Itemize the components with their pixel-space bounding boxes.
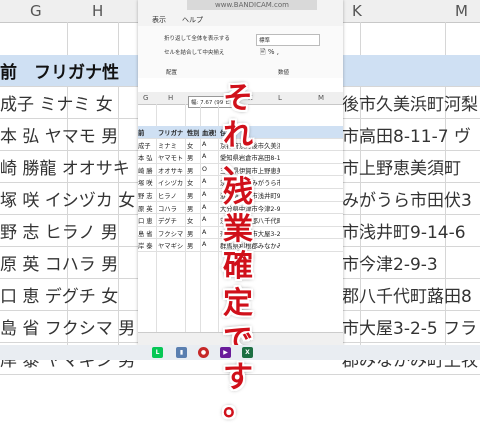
bg-col-header: K (352, 2, 362, 20)
line-icon[interactable]: L (152, 347, 163, 358)
cell[interactable]: 女 (187, 178, 199, 187)
cell[interactable]: ヒラノ (158, 191, 185, 200)
cell[interactable]: 本 弘 (138, 153, 155, 162)
overlay-caption: そ れ 、 残 業 確 定 で す 。 (208, 80, 268, 421)
cell[interactable]: ヤマモト (158, 153, 185, 162)
bg-cell: みがうら市田伏3 (342, 191, 472, 211)
bg-cell: 市高田8-11-7 ヴ (342, 127, 471, 147)
recording-watermark: www.BANDICAM.com (187, 0, 317, 10)
cell[interactable]: 男 (187, 241, 199, 250)
caption-char: す (223, 360, 253, 395)
number-format-select[interactable]: 標準 (256, 34, 320, 46)
header-cell[interactable]: 性別 (187, 128, 199, 137)
caption-char: 、 (223, 146, 253, 181)
ribbon-group-label: 配置 (166, 70, 178, 76)
cell[interactable]: 野 志 (138, 191, 155, 200)
bg-cell: 口 恵 デグチ 女 (0, 287, 119, 307)
menu-help[interactable]: ヘルプ (182, 15, 203, 25)
caption-char: 確 (223, 249, 253, 284)
cell[interactable]: 女 (187, 141, 199, 150)
bg-cell: 前 フリガナ性 (0, 63, 119, 83)
cell[interactable]: イシヅカ (158, 178, 185, 187)
ribbon-group-label: 数値 (278, 70, 290, 76)
caption-char: 業 (223, 212, 253, 247)
cell[interactable]: 島 省 (138, 229, 155, 238)
cell[interactable]: オオサキ (158, 166, 185, 175)
bg-cell: 市今津2-9-3 (342, 255, 438, 275)
bg-col-header: G (30, 2, 42, 20)
menu-view[interactable]: 表示 (152, 15, 166, 25)
cell[interactable]: 男 (187, 204, 199, 213)
bg-cell: 崎 勝龍 オオサキ 男 (0, 159, 135, 179)
header-cell[interactable]: 前 (138, 128, 155, 137)
bg-cell: 後市久美浜町河梨 (342, 95, 478, 115)
wrap-text-button[interactable]: 折り返して全体を表示する (164, 34, 230, 42)
cell[interactable]: 崎 勝 (138, 166, 155, 175)
cell[interactable]: 男 (187, 153, 199, 162)
column-header-g[interactable]: G (143, 94, 148, 102)
phone-icon[interactable]: ▮ (176, 347, 187, 358)
excel-icon[interactable]: X (242, 347, 253, 358)
cell[interactable]: 男 (187, 229, 199, 238)
cell[interactable]: 口 恵 (138, 216, 155, 225)
bg-cell: 市上野恵美須町 (342, 159, 461, 179)
cell[interactable]: デグチ (158, 216, 185, 225)
currency-format-button[interactable]: 🖹 % , (260, 48, 279, 59)
cell[interactable]: 男 (187, 191, 199, 200)
cell[interactable]: 塚 咲 (138, 178, 155, 187)
cell[interactable]: 原 英 (138, 204, 155, 213)
merge-center-button[interactable]: セルを結合して中央揃え (164, 48, 224, 56)
bg-cell: 島 省 フクシマ 男 (0, 319, 135, 339)
bg-cell: 郡八千代町蕗田8 (342, 287, 472, 307)
cell[interactable]: ミナミ (158, 141, 185, 150)
taskbar: L ▮ ● ▶ X (0, 345, 480, 360)
header-cell[interactable]: フリガナ (158, 128, 185, 137)
bg-cell: 原 英 コハラ 男 (0, 255, 119, 275)
bg-cell: 成子 ミナミ 女 (0, 95, 113, 115)
cell[interactable]: 女 (187, 216, 199, 225)
cell[interactable]: 成子 (138, 141, 155, 150)
menu-bar: 表示 ヘルプ (138, 12, 343, 26)
column-header-h[interactable]: H (168, 94, 173, 102)
caption-char: 残 (223, 175, 253, 210)
cell[interactable]: 男 (187, 166, 199, 175)
bg-cell: 市浅井町9-14-6 (342, 223, 466, 243)
column-header-m[interactable]: M (318, 94, 324, 102)
record-icon[interactable]: ● (198, 347, 209, 358)
cell[interactable]: コハラ (158, 204, 185, 213)
caption-char: 定 (223, 286, 253, 321)
cell[interactable]: ヤマギシ (158, 241, 185, 250)
cell[interactable]: 岸 泰 (138, 241, 155, 250)
bg-cell: 市大屋3-2-5 フラ (342, 319, 478, 339)
bg-cell: 野 志 ヒラノ 男 (0, 223, 118, 243)
column-header-l[interactable]: L (278, 94, 282, 102)
bg-cell: 本 弘 ヤマモ 男 (0, 127, 119, 147)
bg-col-header: H (92, 2, 104, 20)
caption-char: そ (223, 81, 253, 116)
caption-char: 。 (223, 388, 253, 423)
cell[interactable]: フクシマ (158, 229, 185, 238)
video-icon[interactable]: ▶ (220, 347, 231, 358)
ribbon: 折り返して全体を表示する セルを結合して中央揃え 標準 🖹 % , 配置 数値 (138, 26, 343, 79)
bg-cell: 塚 咲 イシヅカ 女 (0, 191, 135, 211)
bg-col-header: M (455, 2, 468, 20)
